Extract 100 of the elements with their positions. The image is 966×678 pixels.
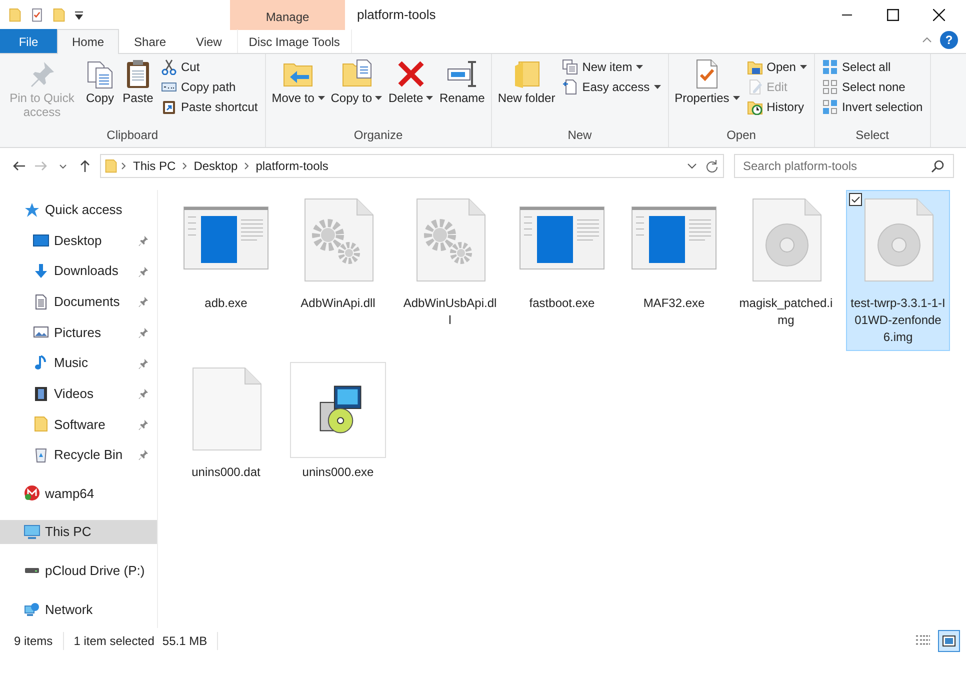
ribbon-button[interactable]: Open (744, 57, 810, 77)
search-box[interactable]: Search platform-tools (734, 154, 954, 178)
navigation-item[interactable]: Music (0, 351, 157, 376)
dropdown-icon (687, 161, 697, 171)
wamp-icon (24, 485, 40, 502)
file-item[interactable]: magisk_patched.img (734, 190, 838, 351)
navigation-item[interactable]: pCloud Drive (P:) (0, 558, 157, 583)
group-label: Open (726, 127, 757, 144)
ribbon-button[interactable]: Invert selection (818, 97, 926, 117)
navigation-item[interactable]: This PC (0, 520, 157, 544)
navigation-item[interactable]: Quick access (0, 198, 157, 222)
ribbon-button[interactable]: Copy to (328, 57, 384, 107)
file-name: magisk_patched.img (738, 295, 834, 329)
navigation-item[interactable]: Videos (0, 382, 157, 406)
file-name: MAF32.exe (642, 295, 706, 312)
ribbon-tab[interactable]: Home (57, 29, 120, 54)
music-note-icon (33, 355, 49, 372)
collapse-ribbon-icon (922, 36, 932, 44)
navigation-item[interactable]: Network (0, 597, 157, 622)
address-field[interactable]: This PC Desktop platform-tools (100, 154, 724, 178)
document-icon (33, 294, 49, 310)
up-icon (78, 159, 92, 173)
file-item[interactable]: MAF32.exe (622, 190, 726, 351)
file-name: test-twrp-3.3.1-1-I01WD-zenfonde6.img (850, 295, 946, 346)
checkbox-icon (849, 193, 862, 206)
selection-count: 1 item selected (74, 633, 154, 650)
maximize-icon (887, 9, 899, 21)
group-label: Select (854, 127, 890, 144)
ribbon-button[interactable]: Select all (818, 57, 926, 77)
folder-icon (746, 59, 763, 75)
drive-icon (24, 567, 40, 574)
file-name: AdbWinApi.dll (300, 295, 376, 312)
film-icon (33, 386, 49, 402)
navigation-item[interactable]: Pictures (0, 320, 157, 344)
grid-icon (822, 59, 838, 75)
file-item[interactable]: AdbWinApi.dll (286, 190, 390, 351)
ribbon-button[interactable]: New folder (496, 57, 558, 107)
checklist-icon (30, 7, 44, 23)
ribbon-button[interactable]: History (744, 97, 810, 117)
navigation-item[interactable]: Downloads (0, 259, 157, 284)
file-item[interactable]: fastboot.exe (510, 190, 614, 351)
ribbon-button[interactable]: Easy access (559, 77, 664, 97)
navigation-item[interactable]: Software (0, 412, 157, 436)
ribbon-button[interactable]: Rename (437, 57, 487, 107)
scissors-icon (161, 59, 177, 75)
forward-icon (34, 159, 48, 173)
ribbon-button[interactable]: Paste shortcut (158, 97, 261, 117)
dropdown-icon (74, 10, 84, 20)
ribbon-button[interactable]: Select none (818, 77, 926, 97)
folder-icon (104, 158, 118, 174)
navigation-item[interactable]: Documents (0, 290, 157, 314)
file-item[interactable]: adb.exe (174, 190, 278, 351)
file-item[interactable]: unins000.dat (174, 359, 278, 486)
ribbon-tab[interactable]: Disc Image Tools (236, 29, 352, 53)
large-icons-view-button[interactable] (938, 630, 960, 652)
down-arrow-icon (33, 263, 49, 280)
ribbon-button[interactable]: Cut (158, 57, 261, 77)
ribbon-button[interactable]: Properties (672, 57, 742, 107)
ribbon-button[interactable]: Copy (82, 57, 118, 107)
ribbon-button[interactable]: New item (559, 57, 664, 77)
ribbon-button[interactable]: Move to (270, 57, 327, 107)
picture-icon (33, 324, 49, 340)
folder-icon (33, 416, 49, 432)
group-label: Clipboard (106, 127, 160, 144)
ribbon-button[interactable]: Delete (386, 57, 436, 107)
group-label: Organize (352, 127, 404, 144)
help-button[interactable]: ? (940, 31, 958, 49)
clipboard-icon (161, 99, 177, 115)
navigation-item[interactable]: Desktop (0, 228, 157, 253)
back-icon (12, 159, 26, 173)
file-item[interactable]: AdbWinUsbApi.dll (398, 190, 502, 351)
file-item[interactable]: test-twrp-3.3.1-1-I01WD-zenfonde6.img (846, 190, 950, 351)
refresh-icon (705, 159, 719, 173)
breadcrumb[interactable]: platform-tools (252, 157, 332, 175)
breadcrumb[interactable]: This PC (130, 157, 179, 175)
picture-icon (941, 633, 957, 649)
group-label: New (566, 127, 593, 144)
ribbon-tab[interactable]: Share (119, 29, 182, 53)
search-icon (931, 159, 945, 173)
monitor-icon (33, 232, 49, 249)
navigation-item[interactable]: Recycle Bin (0, 442, 157, 467)
file-name: adb.exe (204, 295, 248, 312)
file-name: AdbWinUsbApi.dll (402, 295, 498, 329)
ribbon-button[interactable]: Paste (120, 57, 156, 107)
folder-clock-icon (746, 99, 763, 115)
window-title: platform-tools (356, 6, 436, 24)
file-item[interactable]: unins000.exe (286, 359, 390, 486)
ribbon-tab[interactable]: View (181, 29, 237, 53)
rename-icon (446, 58, 478, 90)
minimize-icon (842, 14, 852, 16)
grid-icon (822, 79, 838, 95)
star-icon (24, 202, 40, 218)
folder-icon (52, 7, 66, 23)
close-icon (933, 9, 945, 21)
folder-icon (8, 7, 22, 23)
ribbon-button[interactable]: Copy path (158, 77, 261, 97)
ribbon-tab[interactable]: File (0, 29, 57, 53)
breadcrumb[interactable]: Desktop (190, 157, 241, 175)
pages-icon (562, 59, 578, 75)
navigation-item[interactable]: wamp64 (0, 481, 157, 506)
